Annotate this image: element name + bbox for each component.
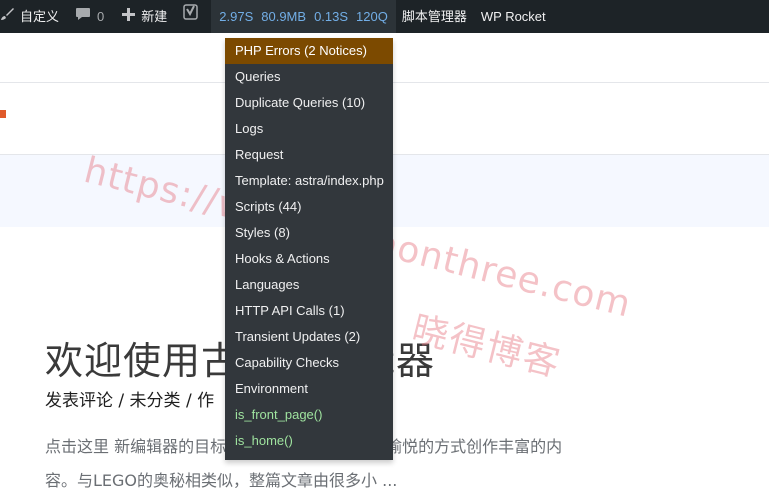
- qm-query-count: 120Q: [356, 9, 388, 24]
- plus-icon: [122, 0, 136, 33]
- admin-bar: 自定义 0 新建 2.97S 80.9MB 0.13S 120Q 脚本管理器 W…: [0, 0, 769, 33]
- scripts-manager-menu[interactable]: 脚本管理器: [396, 0, 473, 33]
- qm-item-queries[interactable]: Queries: [225, 64, 393, 90]
- qm-page-time: 2.97S: [219, 9, 254, 24]
- query-monitor-menu[interactable]: 2.97S 80.9MB 0.13S 120Q: [211, 0, 396, 33]
- qm-item-request[interactable]: Request: [225, 142, 393, 168]
- wp-rocket-menu[interactable]: WP Rocket: [473, 0, 552, 33]
- scripts-manager-label: 脚本管理器: [401, 9, 467, 24]
- wp-rocket-label: WP Rocket: [480, 9, 546, 24]
- qm-item-hooks-actions[interactable]: Hooks & Actions: [225, 246, 393, 272]
- comments-menu[interactable]: 0: [65, 0, 110, 33]
- qm-item-styles[interactable]: Styles (8): [225, 220, 393, 246]
- qm-item-php-errors[interactable]: PHP Errors (2 Notices): [225, 38, 393, 64]
- qm-item-is-front-page[interactable]: is_front_page(): [225, 402, 393, 428]
- new-label: 新建: [141, 9, 168, 24]
- query-monitor-dropdown: PHP Errors (2 Notices) Queries Duplicate…: [225, 38, 393, 460]
- qm-item-transient-updates[interactable]: Transient Updates (2): [225, 324, 393, 350]
- qm-item-environment[interactable]: Environment: [225, 376, 393, 402]
- yoast-seo-icon: [183, 0, 199, 33]
- qm-item-capability-checks[interactable]: Capability Checks: [225, 350, 393, 376]
- site-logo-fragment[interactable]: [0, 110, 6, 118]
- post-excerpt-line-2: 容。与LEGO的奥秘相类似，整篇文章由很多小 ...: [45, 471, 398, 490]
- qm-item-languages[interactable]: Languages: [225, 272, 393, 298]
- qm-item-template[interactable]: Template: astra/index.php: [225, 168, 393, 194]
- customize-label: 自定义: [20, 9, 60, 24]
- customize-menu[interactable]: 自定义: [0, 0, 65, 33]
- qm-item-http-api-calls[interactable]: HTTP API Calls (1): [225, 298, 393, 324]
- yoast-menu[interactable]: [173, 0, 205, 33]
- qm-item-is-home[interactable]: is_home(): [225, 428, 393, 454]
- qm-item-scripts[interactable]: Scripts (44): [225, 194, 393, 220]
- new-content-menu[interactable]: 新建: [110, 0, 173, 33]
- qm-item-logs[interactable]: Logs: [225, 116, 393, 142]
- qm-memory: 80.9MB: [261, 9, 307, 24]
- brush-icon: [0, 0, 14, 33]
- post-meta[interactable]: 发表评论 / 未分类 / 作: [45, 386, 214, 411]
- qm-item-duplicate-queries[interactable]: Duplicate Queries (10): [225, 90, 393, 116]
- comments-count: 0: [97, 9, 105, 24]
- comment-bubble-icon: [75, 0, 91, 33]
- qm-query-time: 0.13S: [314, 9, 349, 24]
